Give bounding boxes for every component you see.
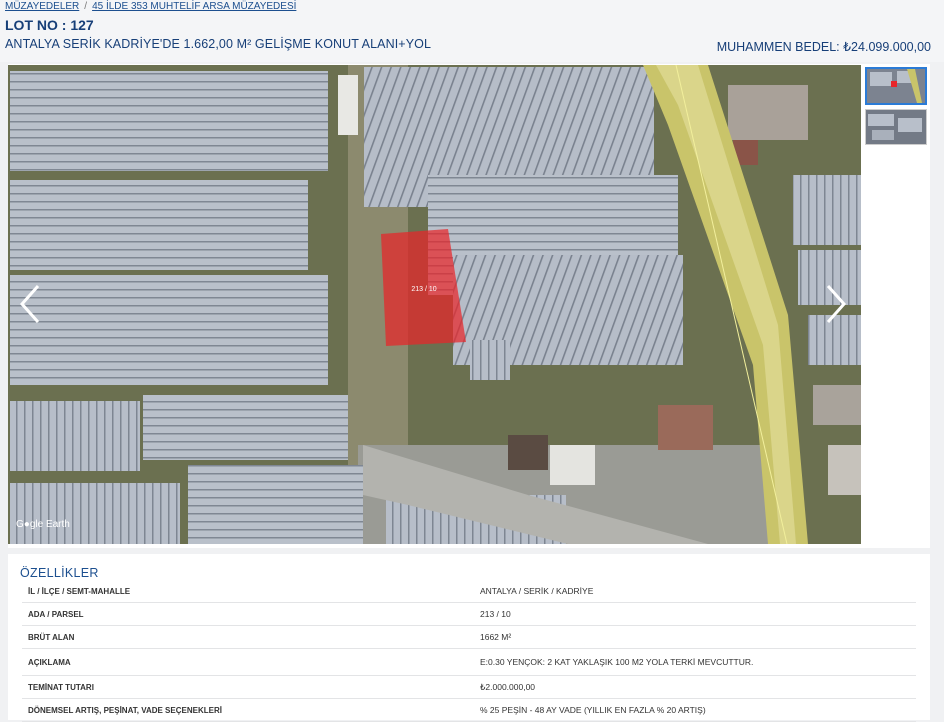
table-row: BRÜT ALAN 1662 M²: [22, 625, 916, 649]
page-title: ANTALYA SERİK KADRİYE'DE 1.662,00 M² GEL…: [5, 37, 432, 51]
next-image-button[interactable]: [820, 282, 850, 326]
chevron-right-icon: [826, 285, 847, 323]
feature-value: % 25 PEŞİN - 48 AY VADE (YILLIK EN FAZLA…: [474, 698, 916, 722]
feature-key: DÖNEMSEL ARTIŞ, PEŞİNAT, VADE SEÇENEKLER…: [22, 698, 474, 722]
estimated-price-label: MUHAMMEN BEDEL:: [716, 40, 840, 54]
feature-key: BRÜT ALAN: [22, 625, 474, 649]
thumbnail-2[interactable]: [865, 109, 927, 145]
feature-key: AÇIKLAMA: [22, 648, 474, 676]
parcel-label: 213 / 10: [411, 286, 436, 293]
feature-value: ₺2.000.000,00: [474, 675, 916, 699]
table-row: DÖNEMSEL ARTIŞ, PEŞİNAT, VADE SEÇENEKLER…: [22, 698, 916, 722]
lot-number: LOT NO : 127: [5, 17, 94, 33]
feature-key: İL / İLÇE / SEMT-MAHALLE: [22, 580, 474, 603]
features-table: İL / İLÇE / SEMT-MAHALLE ANTALYA / SERİK…: [22, 580, 916, 722]
thumbnail-list: [865, 65, 928, 149]
header: MÜZAYEDELER / 45 İLDE 353 MUHTELİF ARSA MÜ…: [0, 0, 944, 62]
feature-value: E:0.30 YENÇOK: 2 KAT YAKLAŞIK 100 M2 YOL…: [474, 648, 916, 676]
table-row: AÇIKLAMA E:0.30 YENÇOK: 2 KAT YAKLAŞIK 1…: [22, 648, 916, 676]
previous-image-button[interactable]: [16, 282, 46, 326]
features-panel: ÖZELLİKLER İL / İLÇE / SEMT-MAHALLE ANTA…: [8, 554, 930, 722]
table-row: TEMİNAT TUTARI ₺2.000.000,00: [22, 675, 916, 699]
breadcrumb-item-muzayedeler[interactable]: MÜZAYEDELER: [5, 1, 79, 12]
chevron-left-icon: [19, 285, 40, 323]
thumbnail-1[interactable]: [865, 67, 927, 105]
breadcrumb: MÜZAYEDELER / 45 İLDE 353 MUHTELİF ARSA MÜ…: [5, 1, 296, 12]
satellite-image[interactable]: 213 / 10 G●gle Earth: [8, 65, 861, 544]
breadcrumb-separator: /: [84, 1, 88, 12]
feature-key: ADA / PARSEL: [22, 602, 474, 626]
features-heading: ÖZELLİKLER: [20, 566, 99, 580]
feature-value: ANTALYA / SERİK / KADRİYE: [474, 580, 916, 603]
estimated-price: MUHAMMEN BEDEL: ₺24.099.000,00: [717, 39, 931, 54]
feature-value: 1662 M²: [474, 625, 916, 649]
google-earth-watermark: G●gle Earth: [16, 519, 70, 530]
table-row: ADA / PARSEL 213 / 10: [22, 602, 916, 626]
feature-key: TEMİNAT TUTARI: [22, 675, 474, 699]
breadcrumb-item-auction[interactable]: 45 İLDE 353 MUHTELİF ARSA MÜZAYEDESİ: [92, 1, 296, 12]
table-row: İL / İLÇE / SEMT-MAHALLE ANTALYA / SERİK…: [22, 580, 916, 603]
estimated-price-value: ₺24.099.000,00: [843, 40, 931, 54]
image-gallery: 213 / 10 G●gle Earth: [8, 64, 930, 548]
feature-value: 213 / 10: [474, 602, 916, 626]
